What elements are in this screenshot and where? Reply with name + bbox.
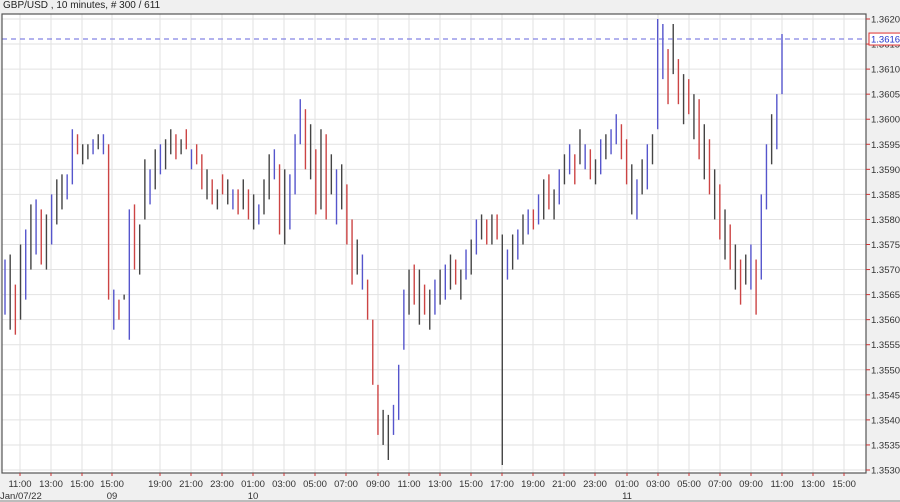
y-tick-label: 1.3560 [871,315,900,326]
plot-area [2,14,866,473]
x-tick-label: 15:00 [70,479,94,490]
y-tick-label: 1.3610 [871,65,900,76]
date-label: Jan/07/22 [0,491,42,502]
y-tick-label: 1.3595 [871,140,900,151]
x-tick-label: 15:00 [100,479,124,490]
y-tick-label: 1.3540 [871,415,900,426]
x-tick-label: 07:00 [334,479,358,490]
x-tick-label: 11:00 [770,479,793,490]
y-tick-label: 1.3585 [871,190,900,201]
date-label: 10 [248,491,259,502]
y-tick-label: 1.3535 [871,440,900,451]
x-tick-label: 05:00 [677,479,701,490]
y-tick-label: 1.3530 [871,466,900,477]
x-tick-label: 19:00 [521,479,545,490]
y-tick-label: 1.3590 [871,165,900,176]
x-tick-label: 03:00 [272,479,296,490]
x-tick-label: 13:00 [801,479,825,490]
x-tick-label: 01:00 [241,479,265,490]
y-tick-label: 1.3550 [871,365,900,376]
x-tick-label: 21:00 [179,479,203,490]
x-tick-label: 19:00 [148,479,172,490]
y-tick-label: 1.3600 [871,115,900,126]
x-tick-label: 15:00 [832,479,856,490]
current-price-label: 1.3616 [871,35,900,46]
x-tick-label: 09:00 [739,479,763,490]
y-tick-label: 1.3565 [871,290,900,301]
y-tick-label: 1.3620 [871,15,900,26]
x-tick-label: 05:00 [303,479,327,490]
date-label: 11 [622,491,632,502]
y-tick-label: 1.3580 [871,215,900,226]
y-tick-label: 1.3555 [871,340,900,351]
y-tick-label: 1.3575 [871,240,900,251]
date-label: 09 [107,491,118,502]
x-tick-label: 17:00 [490,479,514,490]
y-tick-label: 1.3545 [871,390,900,401]
x-tick-label: 23:00 [583,479,607,490]
price-chart[interactable]: 1.36201.36151.36101.36051.36001.35951.35… [0,0,900,502]
x-tick-label: 13:00 [428,479,452,490]
y-tick-label: 1.3605 [871,90,900,101]
x-tick-label: 13:00 [39,479,63,490]
x-tick-label: 21:00 [552,479,576,490]
x-tick-label: 15:00 [459,479,483,490]
x-tick-label: 23:00 [210,479,234,490]
y-tick-label: 1.3570 [871,265,900,276]
x-tick-label: 11:00 [8,479,31,490]
x-tick-label: 09:00 [366,479,390,490]
x-tick-label: 01:00 [615,479,639,490]
x-tick-label: 11:00 [397,479,420,490]
x-tick-label: 07:00 [708,479,732,490]
x-tick-label: 03:00 [646,479,670,490]
